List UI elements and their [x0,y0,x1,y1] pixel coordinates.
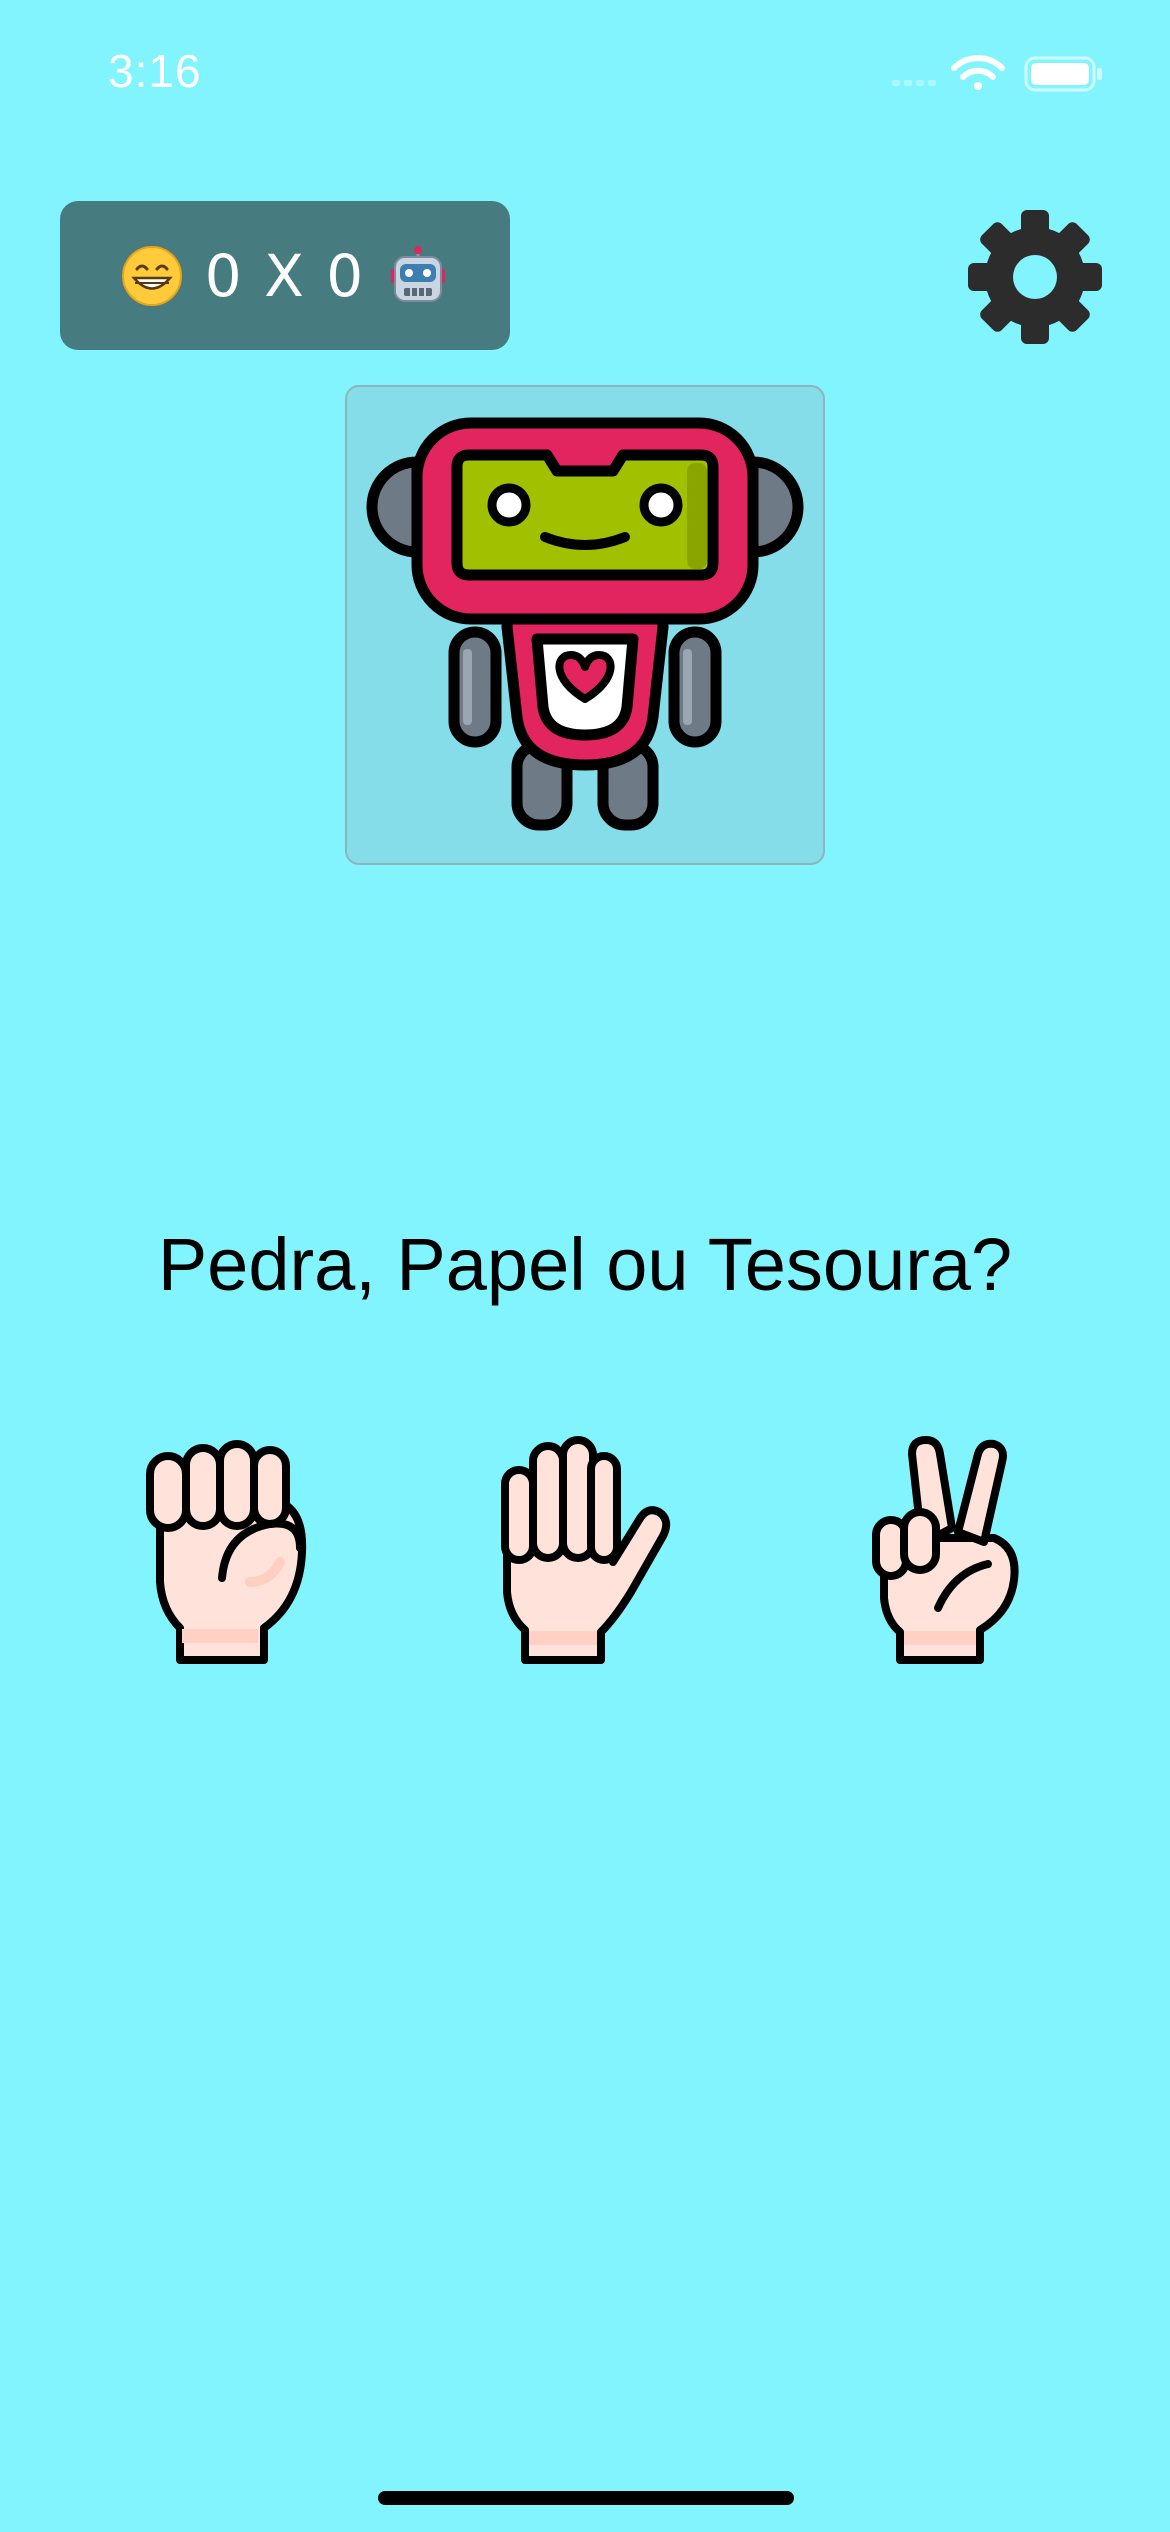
scoreboard: 0 X 0 [60,201,510,350]
question-label: Pedra, Papel ou Tesoura? [157,1223,1013,1306]
rock-button[interactable] [140,1432,320,1664]
grinning-face-icon [121,245,182,306]
wifi-icon [951,55,1005,90]
battery-icon [1024,56,1102,92]
score-text: 0 X 0 [204,241,366,310]
robot-face-icon [391,245,446,302]
opponent-panel [345,385,825,865]
status-bar: 3:16 [0,0,1170,140]
fist-icon [146,1440,307,1664]
home-indicator[interactable] [378,2491,794,2505]
open-hand-icon [501,1436,671,1664]
status-time: 3:16 [108,45,202,97]
scissors-button[interactable] [868,1432,1048,1664]
status-icons [892,55,1102,92]
signal-icon [892,80,936,86]
gear-icon[interactable] [966,208,1104,346]
paper-button[interactable] [495,1432,675,1664]
victory-hand-icon [872,1436,1019,1664]
robot-icon [366,417,804,831]
